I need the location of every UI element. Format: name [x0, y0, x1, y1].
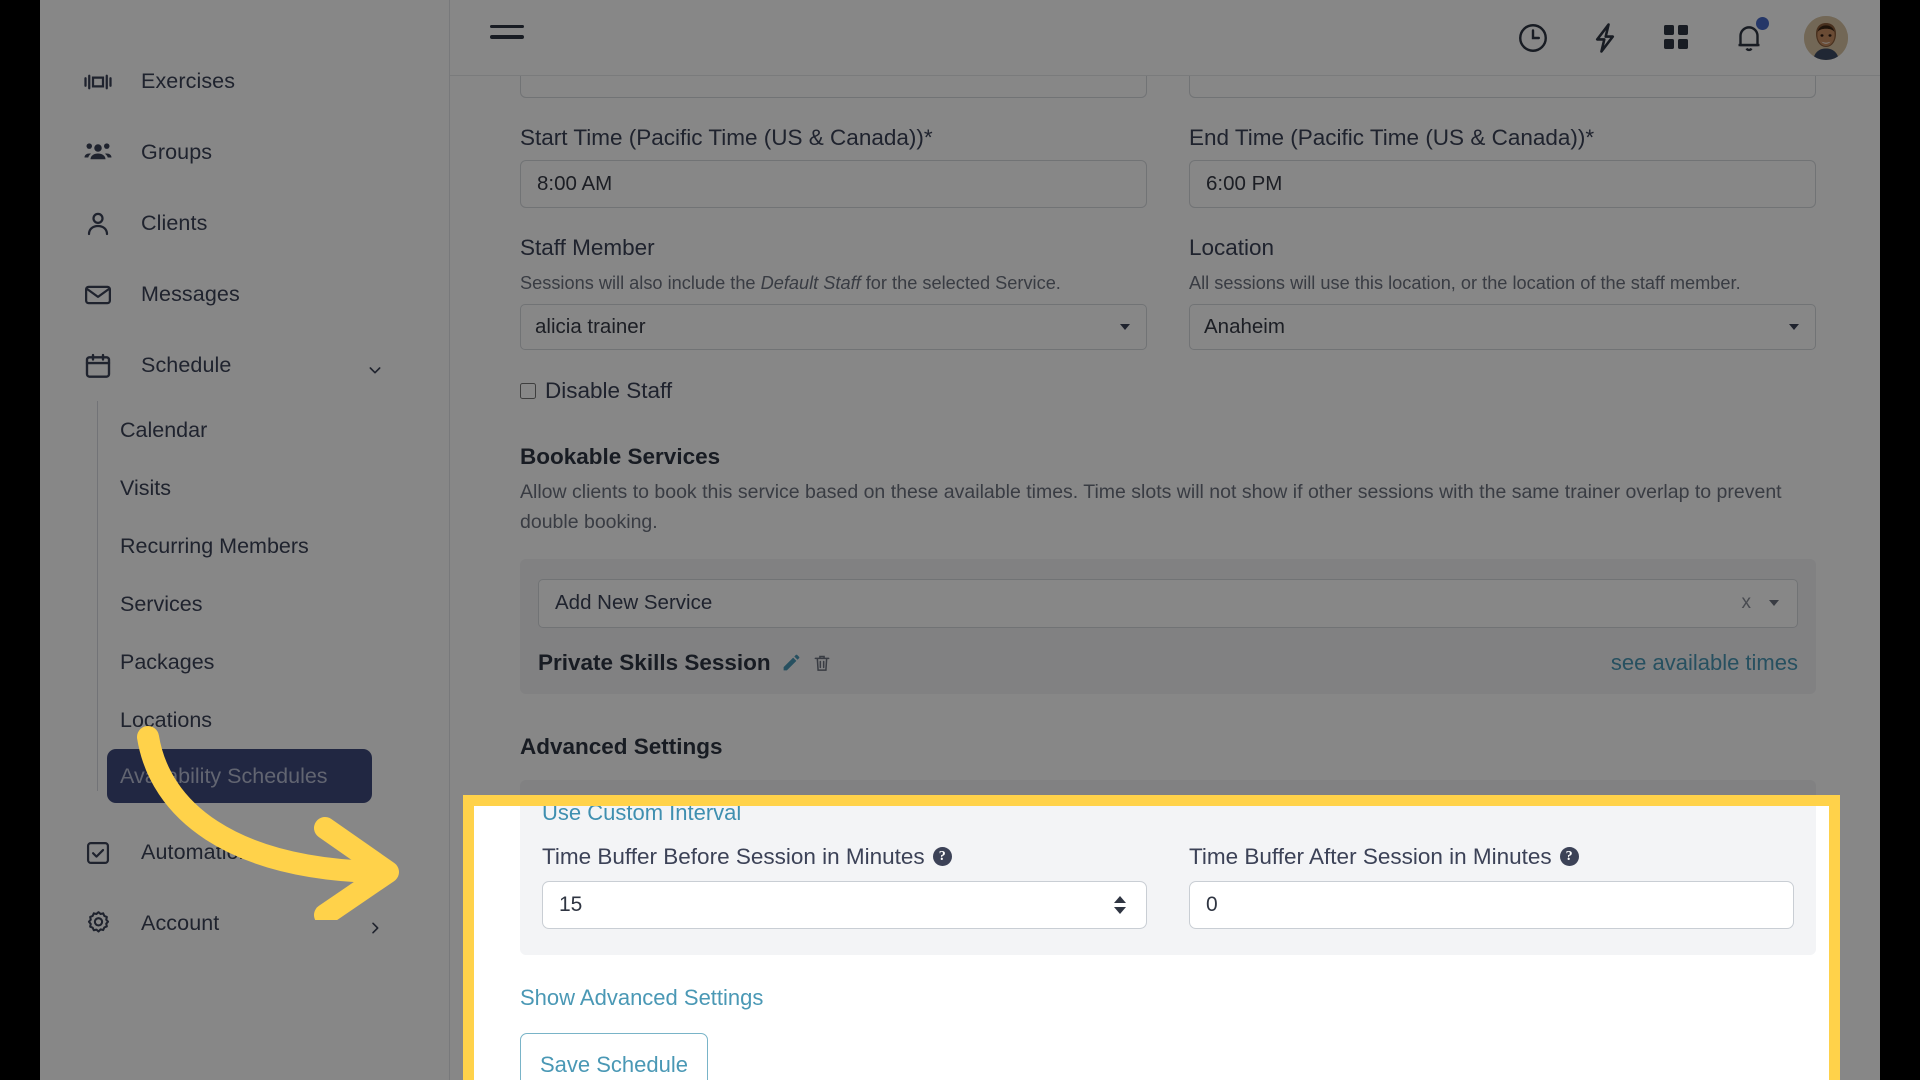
save-schedule-button[interactable]: Save Schedule: [520, 1033, 708, 1080]
advanced-settings-card: Use Custom Interval Time Buffer Before S…: [520, 780, 1816, 955]
dim-overlay-left: [0, 795, 463, 1080]
time-buffer-before-group: Time Buffer Before Session in Minutes ? …: [542, 844, 1147, 929]
help-icon[interactable]: ?: [933, 847, 952, 866]
screen-root: Exercises Groups: [0, 0, 1920, 1080]
time-buffer-before-input[interactable]: 15: [542, 881, 1147, 929]
time-buffer-after-input[interactable]: 0: [1189, 881, 1794, 929]
dim-overlay-top: [0, 0, 1920, 795]
show-advanced-settings-link[interactable]: Show Advanced Settings: [520, 985, 1816, 1011]
help-icon[interactable]: ?: [1560, 847, 1579, 866]
time-buffer-before-value: 15: [559, 893, 582, 917]
time-buffer-after-group: Time Buffer After Session in Minutes ? 0: [1189, 844, 1794, 929]
use-custom-interval-link[interactable]: Use Custom Interval: [542, 800, 1794, 826]
time-buffer-after-label: Time Buffer After Session in Minutes ?: [1189, 844, 1794, 870]
letterbox-right: [1880, 0, 1920, 1080]
time-buffer-after-text: Time Buffer After Session in Minutes: [1189, 844, 1552, 870]
time-buffer-after-value: 0: [1206, 893, 1218, 917]
time-buffer-before-text: Time Buffer Before Session in Minutes: [542, 844, 925, 870]
time-buffer-row: Time Buffer Before Session in Minutes ? …: [542, 826, 1794, 955]
letterbox-left: [0, 0, 40, 1080]
number-stepper[interactable]: [1114, 896, 1126, 914]
time-buffer-before-label: Time Buffer Before Session in Minutes ?: [542, 844, 1147, 870]
